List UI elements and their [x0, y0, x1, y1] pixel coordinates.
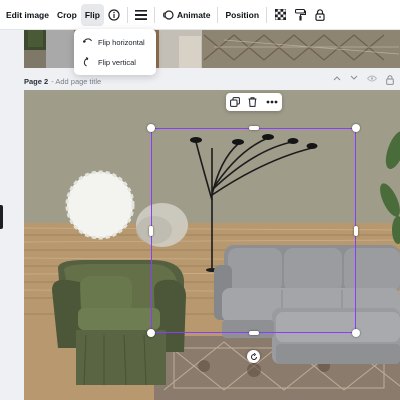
position-button[interactable]: Position [221, 4, 263, 26]
resize-handle-top-left[interactable] [147, 124, 155, 132]
flip-vertical-item[interactable]: Flip vertical [74, 52, 156, 72]
page-actions [333, 75, 394, 85]
checkerboard-icon[interactable] [273, 8, 287, 22]
resize-handle-bottom-left[interactable] [147, 329, 155, 337]
resize-handle-top[interactable] [249, 126, 259, 130]
flip-button[interactable]: Flip [80, 3, 104, 26]
chevron-down-icon[interactable] [350, 75, 358, 81]
crop-button[interactable]: Crop [53, 4, 81, 26]
flip-vertical-label: Flip vertical [98, 57, 136, 67]
resize-handle-left[interactable] [149, 226, 153, 236]
flip-horizontal-label: Flip horizontal [98, 37, 145, 47]
animate-label: Animate [176, 9, 211, 20]
toolbar-divider [266, 6, 268, 23]
element-quick-actions [226, 93, 282, 111]
page-title: Page 2 [24, 76, 49, 86]
info-icon[interactable] [107, 8, 121, 22]
toolbar-divider [217, 6, 219, 23]
resize-handle-right[interactable] [354, 226, 358, 236]
flip-vertical-icon [83, 57, 89, 67]
toolbar-divider [126, 6, 128, 23]
toolbar-divider [153, 6, 155, 23]
flip-horizontal-icon [83, 38, 92, 43]
side-panel-handle[interactable] [0, 205, 3, 229]
trash-icon[interactable] [248, 97, 257, 107]
animate-button[interactable]: Animate [158, 4, 215, 26]
rotate-icon [250, 352, 257, 360]
selection-frame[interactable] [147, 124, 360, 337]
edit-image-button[interactable]: Edit image [2, 4, 53, 26]
editor-toolbar: Edit image Crop Flip Animate Position [0, 0, 400, 30]
eye-icon[interactable] [367, 75, 377, 82]
copy-icon[interactable] [230, 97, 241, 107]
animate-icon [163, 9, 174, 20]
chevron-up-icon[interactable] [333, 75, 341, 81]
more-icon[interactable] [266, 100, 278, 104]
flip-horizontal-item[interactable]: Flip horizontal [74, 32, 156, 52]
add-page-title-link[interactable]: - Add page title [51, 77, 101, 86]
lock-icon[interactable] [386, 75, 394, 85]
lock-icon[interactable] [313, 8, 327, 22]
resize-handle-bottom[interactable] [249, 331, 259, 335]
paint-roller-icon[interactable] [293, 8, 307, 22]
lines-icon[interactable] [134, 8, 148, 22]
flip-menu: Flip horizontal Flip vertical [74, 29, 156, 75]
resize-handle-bottom-right[interactable] [352, 329, 360, 337]
rotate-handle[interactable] [247, 350, 260, 363]
resize-handle-top-right[interactable] [352, 124, 360, 132]
